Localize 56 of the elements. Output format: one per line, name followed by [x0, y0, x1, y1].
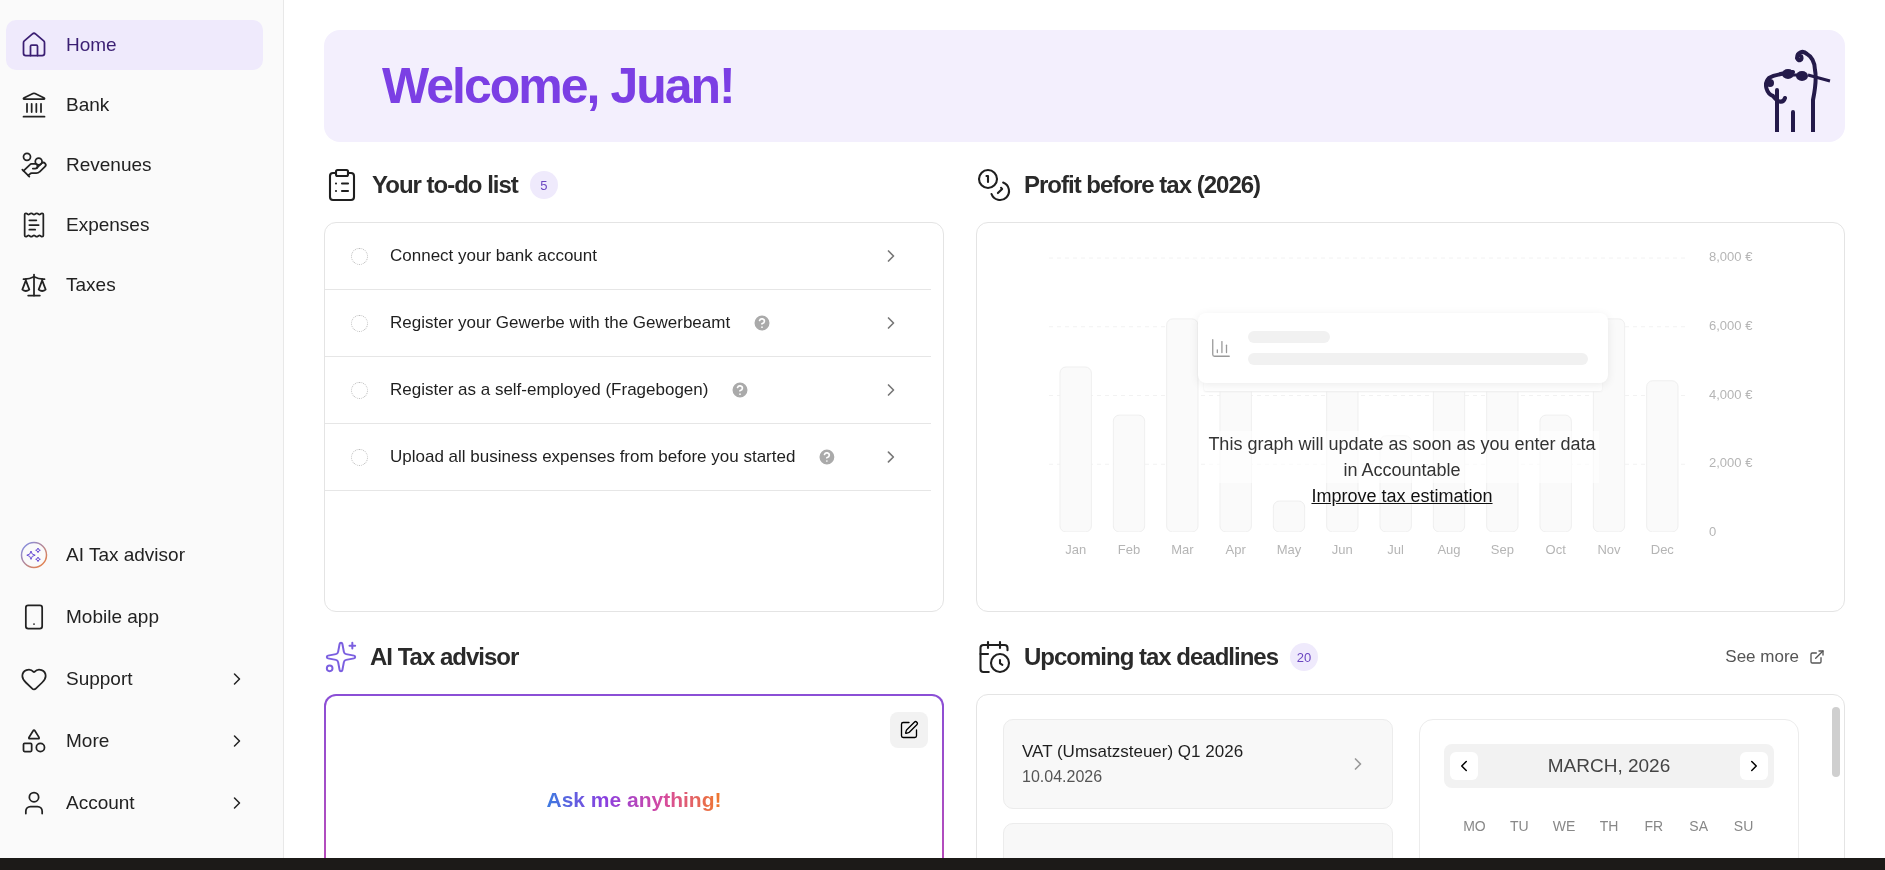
todo-item[interactable]: Register your Gewerbe with the Gewerbeamt [325, 290, 931, 357]
todo-item[interactable]: Upload all business expenses from before you started [325, 424, 931, 491]
month-label: Mar [1170, 542, 1195, 557]
axis-tick-label: 6,000 € [1709, 317, 1754, 333]
sidebar-item[interactable]: Support [6, 654, 263, 704]
sidebar-item[interactable]: Expenses [6, 200, 263, 250]
deadline-title: VAT (Umsatzsteuer) Q1 2026 [1022, 742, 1245, 762]
weekday-label: TU [1508, 818, 1530, 834]
sidebar-item[interactable]: Account [6, 778, 263, 828]
section-title: Your to-do list [372, 171, 518, 199]
weekday-label: SA [1688, 818, 1710, 834]
deadline-item[interactable]: VAT (Umsatzsteuer) Q1 2026 10.04.2026 [1003, 719, 1393, 809]
todo-text: Upload all business expenses from before you started [390, 447, 796, 467]
see-more-link[interactable]: See more [1725, 647, 1845, 667]
axis-tick-label: 2,000 € [1709, 455, 1754, 471]
todo-text: Register as a self-employed (Fragebogen) [390, 380, 709, 400]
weekday-label: SU [1732, 818, 1755, 834]
deadline-date: 10.04.2026 [1022, 768, 1104, 786]
calendar-month: MARCH, 2026 [1547, 755, 1671, 777]
todo-text: Register your Gewerbe with the Gewerbeamt [390, 313, 731, 333]
sidebar-item[interactable]: Taxes [6, 260, 263, 310]
weekday-label: WE [1551, 818, 1577, 834]
month-label: Nov [1596, 542, 1622, 557]
sidebar-item[interactable]: Home [6, 20, 263, 70]
section-title: Profit before tax (2026) [1024, 171, 1261, 199]
sidebar-item[interactable]: Bank [6, 80, 263, 130]
month-label: Aug [1436, 542, 1462, 557]
welcome-title: Welcome, Juan! [382, 57, 734, 115]
axis-tick-label: 8,000 € [1709, 249, 1754, 264]
month-label: Feb [1116, 542, 1142, 557]
empty-chart-message: This graph will update as soon as you enter data in Accountable [1205, 431, 1599, 483]
todo-item[interactable]: Register as a self-employed (Fragebogen) [325, 357, 931, 424]
axis-tick-label: 0 [1709, 524, 1718, 539]
month-label: Jul [1386, 542, 1405, 557]
sidebar-item[interactable]: Revenues [6, 140, 263, 190]
section-title: Upcoming tax deadlines [1024, 643, 1279, 671]
sidebar-item[interactable]: Mobile app [6, 592, 263, 642]
month-label: Apr [1224, 542, 1247, 557]
month-label: Dec [1649, 542, 1675, 557]
count-badge: 5 [529, 171, 558, 199]
todo-item[interactable]: Connect your bank account [325, 223, 931, 290]
weekday-label: MO [1462, 818, 1487, 834]
month-label: Jun [1330, 542, 1354, 557]
count-badge: 20 [1290, 643, 1319, 671]
section-title: AI Tax advisor [370, 643, 519, 671]
weekday-label: FR [1643, 818, 1665, 834]
sidebar-item[interactable]: More [6, 716, 263, 766]
month-label: May [1275, 542, 1303, 557]
axis-tick-label: 4,000 € [1709, 386, 1754, 402]
sidebar-item[interactable]: AI Tax advisor [6, 530, 263, 580]
improve-estimation-link[interactable]: Improve tax estimation [1311, 483, 1493, 509]
todo-text: Connect your bank account [390, 246, 597, 266]
month-label: Jan [1064, 542, 1088, 557]
month-label: Sep [1489, 542, 1515, 557]
month-label: Oct [1544, 542, 1567, 557]
weekday-label: TH [1598, 818, 1620, 834]
